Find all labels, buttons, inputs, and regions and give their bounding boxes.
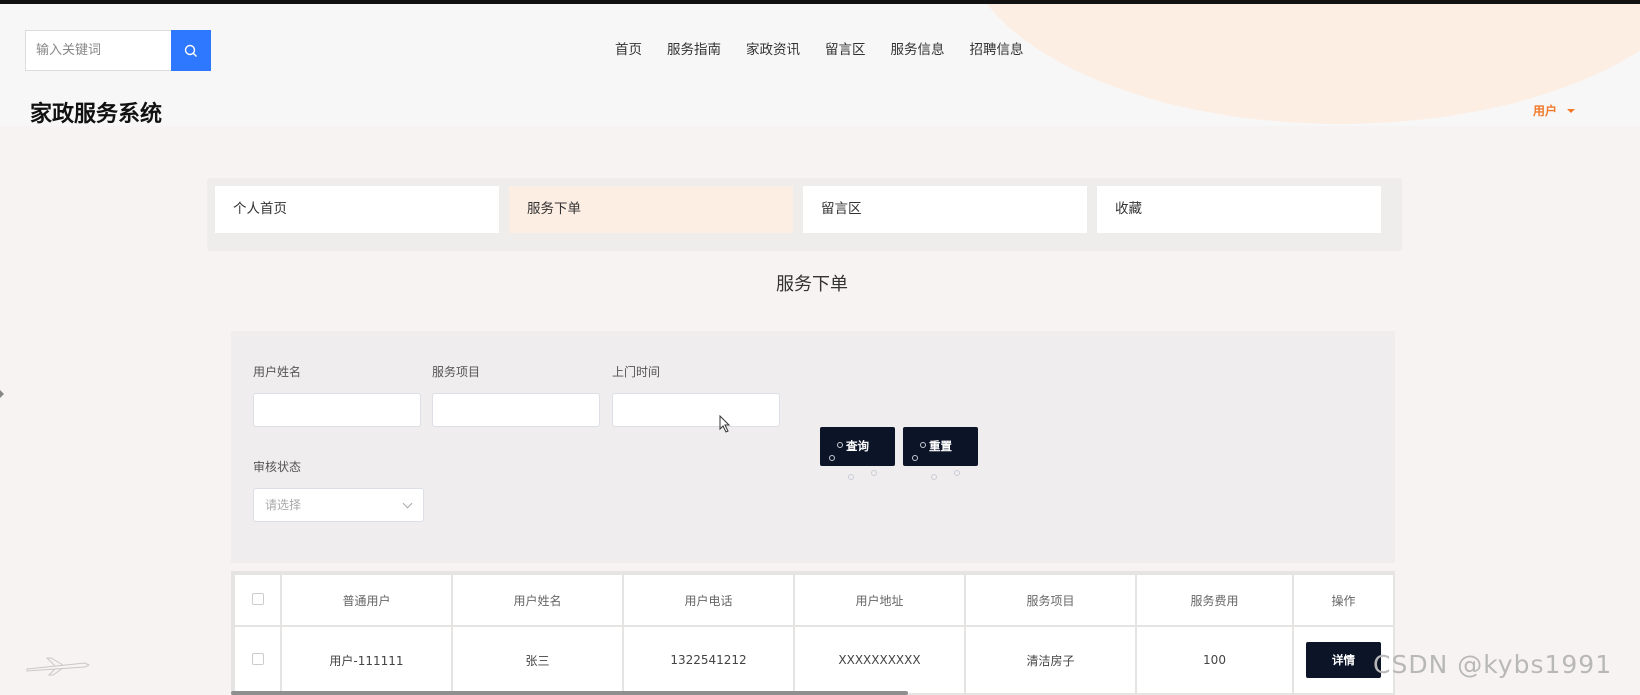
nav-recruitment[interactable]: 招聘信息 xyxy=(970,38,1024,58)
user-menu-label: 用户 xyxy=(1533,104,1558,118)
status-label: 审核状态 xyxy=(253,460,302,474)
mouse-cursor-icon xyxy=(719,415,731,433)
column-header: 用户姓名 xyxy=(451,573,624,627)
airplane-icon xyxy=(26,657,91,676)
page-title: 服务下单 xyxy=(776,274,848,295)
reset-button-label: 重置 xyxy=(929,439,952,453)
search-box xyxy=(25,30,211,71)
service-label: 服务项目 xyxy=(432,365,481,379)
table-cell: 张三 xyxy=(451,625,624,693)
orders-table: 普通用户 用户姓名 用户电话 用户地址 服务项目 服务费用 操作 用户-1111… xyxy=(231,571,1395,695)
search-button[interactable] xyxy=(171,30,211,71)
table-header-row: 普通用户 用户姓名 用户电话 用户地址 服务项目 服务费用 操作 xyxy=(233,573,1393,627)
caret-down-icon xyxy=(1567,108,1576,113)
search-input[interactable] xyxy=(26,31,171,70)
table-row: 用户-111111 张三 1322541212 XXXXXXXXXX 清洁房子 … xyxy=(233,625,1393,693)
select-all-checkbox[interactable] xyxy=(251,592,264,605)
tab-service-order[interactable]: 服务下单 xyxy=(509,186,793,233)
row-checkbox[interactable] xyxy=(251,652,264,665)
ripple-dot xyxy=(912,455,918,461)
tab-favorites[interactable]: 收藏 xyxy=(1097,186,1381,233)
visit-time-label: 上门时间 xyxy=(612,365,661,379)
table-cell: 清洁房子 xyxy=(964,625,1137,693)
horizontal-scrollbar[interactable] xyxy=(231,691,908,695)
ripple-dot xyxy=(931,474,937,480)
column-header: 操作 xyxy=(1292,573,1393,627)
row-select-cell xyxy=(233,625,282,693)
column-header: 普通用户 xyxy=(280,573,453,627)
detail-button[interactable]: 详情 xyxy=(1306,642,1381,678)
filter-panel: 用户姓名 服务项目 上门时间 审核状态 请选择 查询 重置 xyxy=(231,331,1395,563)
table-cell: 1322541212 xyxy=(622,625,795,693)
service-input[interactable] xyxy=(432,393,600,427)
table-cell: 用户-111111 xyxy=(280,625,453,693)
ripple-dot xyxy=(848,474,854,480)
query-button-label: 查询 xyxy=(846,439,869,453)
left-edge-marker xyxy=(0,390,4,398)
ripple-dot xyxy=(920,442,926,448)
watermark: CSDN @kybs1991 xyxy=(1373,650,1613,679)
tab-personal-home[interactable]: 个人首页 xyxy=(215,186,499,233)
status-select-placeholder: 请选择 xyxy=(265,498,302,512)
ripple-dot xyxy=(954,470,960,476)
column-header: 服务费用 xyxy=(1135,573,1294,627)
column-header: 用户电话 xyxy=(622,573,795,627)
username-label: 用户姓名 xyxy=(253,365,302,379)
nav-message-board[interactable]: 留言区 xyxy=(825,38,866,58)
main-nav: 首页 服务指南 家政资讯 留言区 服务信息 招聘信息 xyxy=(615,38,1049,58)
tab-message-board[interactable]: 留言区 xyxy=(803,186,1087,233)
user-center-tabs: 个人首页 服务下单 留言区 收藏 xyxy=(207,178,1402,251)
column-header: 用户地址 xyxy=(793,573,966,627)
detail-button-label: 详情 xyxy=(1332,653,1355,667)
table-cell: 100 xyxy=(1135,625,1294,693)
select-all-cell xyxy=(233,573,282,627)
chevron-down-icon xyxy=(402,498,413,509)
nav-service-info[interactable]: 服务信息 xyxy=(891,38,945,58)
nav-home[interactable]: 首页 xyxy=(615,38,642,58)
visit-time-input[interactable] xyxy=(612,393,780,427)
username-input[interactable] xyxy=(253,393,421,427)
ripple-dot xyxy=(829,455,835,461)
search-icon xyxy=(184,44,197,57)
ripple-dot xyxy=(837,442,843,448)
ripple-dot xyxy=(871,470,877,476)
column-header: 服务项目 xyxy=(964,573,1137,627)
table-cell: XXXXXXXXXX xyxy=(793,625,966,693)
user-menu[interactable]: 用户 xyxy=(1533,102,1576,119)
status-select[interactable]: 请选择 xyxy=(253,488,424,522)
site-title: 家政服务系统 xyxy=(30,102,163,126)
nav-service-guide[interactable]: 服务指南 xyxy=(667,38,721,58)
site-header: 首页 服务指南 家政资讯 留言区 服务信息 招聘信息 家政服务系统 用户 xyxy=(0,4,1640,126)
nav-news[interactable]: 家政资讯 xyxy=(746,38,800,58)
